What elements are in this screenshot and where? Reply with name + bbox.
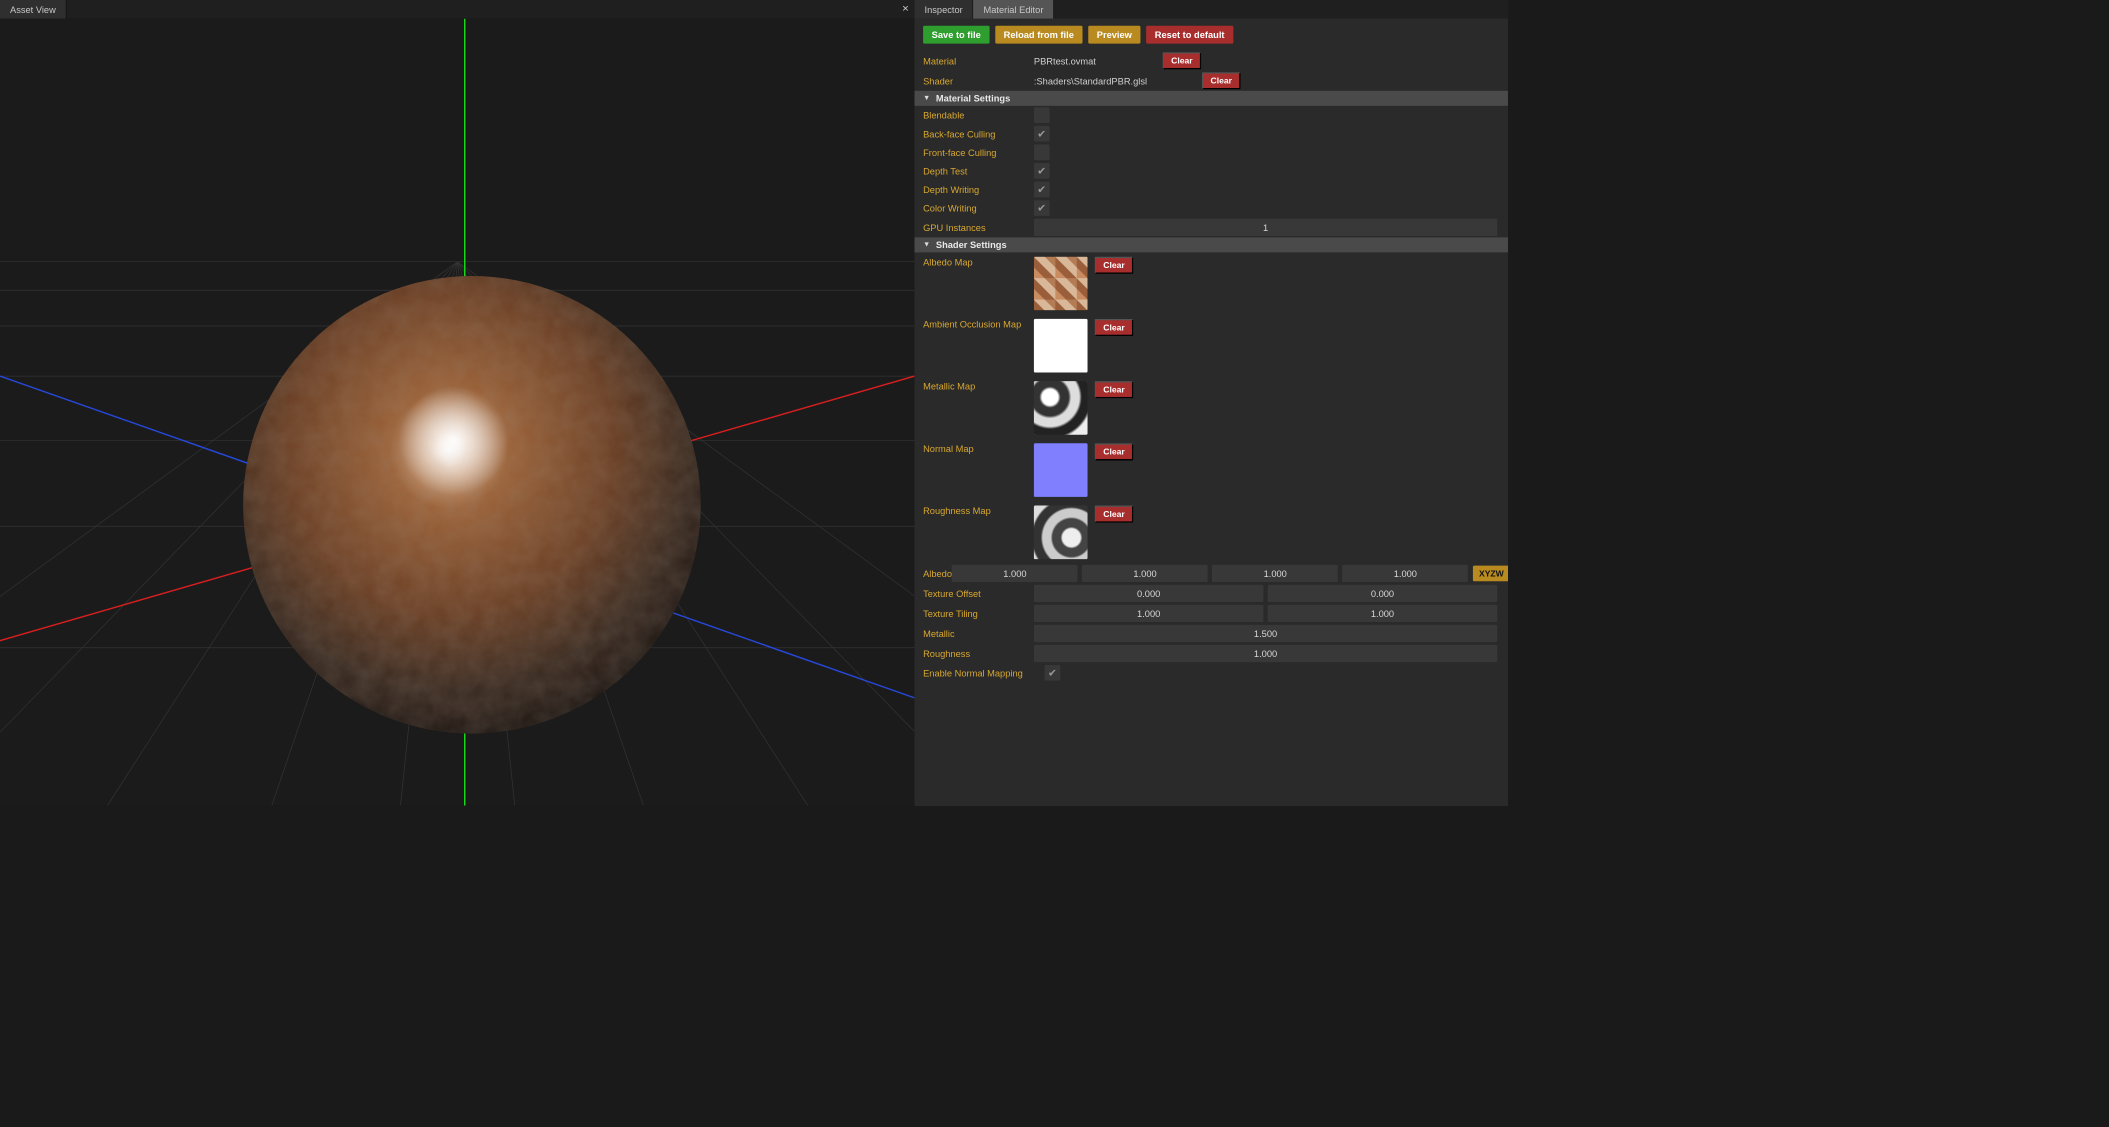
colorwriting-checkbox[interactable]: ✔ bbox=[1034, 200, 1050, 216]
shader-row: Shader :Shaders\StandardPBR.glsl Clear bbox=[914, 71, 1507, 91]
backface-row: Back-face Culling ✔ bbox=[914, 124, 1507, 143]
blendable-row: Blendable bbox=[914, 106, 1507, 125]
metallic-map-swatch[interactable] bbox=[1034, 381, 1088, 435]
tex-tiling-row: Texture Tiling bbox=[914, 603, 1507, 623]
albedo-y[interactable] bbox=[1082, 565, 1208, 582]
albedo-z[interactable] bbox=[1212, 565, 1338, 582]
normal-mapping-row: Enable Normal Mapping ✔ bbox=[914, 664, 1507, 683]
asset-view-panel: Asset View × bbox=[0, 0, 914, 806]
depthtest-row: Depth Test ✔ bbox=[914, 162, 1507, 181]
right-tabbar: Inspector Material Editor bbox=[914, 0, 1507, 19]
colorwriting-row: Color Writing ✔ bbox=[914, 199, 1507, 218]
save-button[interactable]: Save to file bbox=[923, 26, 989, 44]
tex-tiling-x[interactable] bbox=[1034, 605, 1264, 622]
ao-map-swatch[interactable] bbox=[1034, 319, 1088, 373]
tex-offset-label: Texture Offset bbox=[923, 588, 1034, 599]
tab-asset-view[interactable]: Asset View bbox=[0, 0, 67, 19]
roughness-map-label: Roughness Map bbox=[923, 506, 1034, 517]
roughness-label: Roughness bbox=[923, 648, 1034, 659]
right-panel: Inspector Material Editor Save to file R… bbox=[914, 0, 1507, 806]
tex-tiling-inputs bbox=[1034, 605, 1499, 622]
reload-button[interactable]: Reload from file bbox=[995, 26, 1082, 44]
shader-settings-title: Shader Settings bbox=[936, 240, 1007, 251]
collapse-icon: ▼ bbox=[923, 94, 930, 102]
frontface-label: Front-face Culling bbox=[923, 147, 1034, 158]
metallic-label: Metallic bbox=[923, 628, 1034, 639]
albedo-map-swatch[interactable] bbox=[1034, 257, 1088, 311]
shader-clear-button[interactable]: Clear bbox=[1202, 72, 1241, 89]
material-label: Material bbox=[923, 55, 1034, 66]
roughness-map-swatch[interactable] bbox=[1034, 506, 1088, 560]
material-settings-title: Material Settings bbox=[936, 93, 1010, 104]
tex-offset-y[interactable] bbox=[1268, 585, 1498, 602]
material-row: Material PBRtest.ovmat Clear bbox=[914, 51, 1507, 71]
material-value: PBRtest.ovmat bbox=[1034, 55, 1156, 66]
metallic-input[interactable] bbox=[1034, 625, 1497, 642]
albedo-map-row: Albedo Map Clear bbox=[914, 252, 1507, 314]
gpu-instances-label: GPU Instances bbox=[923, 222, 1034, 233]
shader-label: Shader bbox=[923, 75, 1034, 86]
albedo-row: Albedo XYZW RGBA bbox=[914, 563, 1507, 583]
depthwriting-label: Depth Writing bbox=[923, 184, 1034, 195]
frontface-checkbox[interactable] bbox=[1034, 144, 1050, 160]
metallic-map-label: Metallic Map bbox=[923, 381, 1034, 392]
xyzw-badge[interactable]: XYZW bbox=[1473, 566, 1508, 582]
metallic-map-clear-button[interactable]: Clear bbox=[1095, 381, 1134, 398]
albedo-map-clear-button[interactable]: Clear bbox=[1095, 257, 1134, 274]
roughness-row: Roughness bbox=[914, 644, 1507, 664]
normal-map-label: Normal Map bbox=[923, 443, 1034, 454]
gpu-instances-row: GPU Instances bbox=[914, 217, 1507, 237]
blendable-label: Blendable bbox=[923, 110, 1034, 121]
albedo-label: Albedo bbox=[923, 568, 952, 579]
material-settings-header[interactable]: ▼ Material Settings bbox=[914, 91, 1507, 106]
blendable-checkbox[interactable] bbox=[1034, 107, 1050, 123]
metallic-row: Metallic bbox=[914, 623, 1507, 643]
tex-offset-inputs bbox=[1034, 585, 1499, 602]
tex-tiling-y[interactable] bbox=[1268, 605, 1498, 622]
material-clear-button[interactable]: Clear bbox=[1163, 52, 1202, 69]
frontface-row: Front-face Culling bbox=[914, 143, 1507, 162]
tex-tiling-label: Texture Tiling bbox=[923, 608, 1034, 619]
ao-map-label: Ambient Occlusion Map bbox=[923, 319, 1034, 330]
viewport-3d[interactable] bbox=[0, 19, 914, 806]
depthwriting-row: Depth Writing ✔ bbox=[914, 180, 1507, 199]
collapse-icon: ▼ bbox=[923, 241, 930, 249]
close-icon[interactable]: × bbox=[902, 0, 909, 19]
app-root: Asset View × bbox=[0, 0, 1508, 806]
normal-map-clear-button[interactable]: Clear bbox=[1095, 443, 1134, 460]
shader-value: :Shaders\StandardPBR.glsl bbox=[1034, 75, 1195, 86]
ao-map-clear-button[interactable]: Clear bbox=[1095, 319, 1134, 336]
ao-map-row: Ambient Occlusion Map Clear bbox=[914, 315, 1507, 377]
roughness-map-clear-button[interactable]: Clear bbox=[1095, 506, 1134, 523]
tex-offset-x[interactable] bbox=[1034, 585, 1264, 602]
albedo-inputs bbox=[952, 565, 1470, 582]
normal-map-swatch[interactable] bbox=[1034, 443, 1088, 497]
gpu-instances-input[interactable] bbox=[1034, 219, 1497, 236]
albedo-x[interactable] bbox=[952, 565, 1078, 582]
tex-offset-row: Texture Offset bbox=[914, 583, 1507, 603]
viewport-svg bbox=[0, 19, 914, 806]
normal-mapping-checkbox[interactable]: ✔ bbox=[1045, 665, 1061, 681]
depthtest-checkbox[interactable]: ✔ bbox=[1034, 163, 1050, 179]
albedo-map-label: Albedo Map bbox=[923, 257, 1034, 268]
tab-inspector[interactable]: Inspector bbox=[914, 0, 973, 19]
preview-button[interactable]: Preview bbox=[1088, 26, 1140, 44]
metallic-map-row: Metallic Map Clear bbox=[914, 377, 1507, 439]
backface-label: Back-face Culling bbox=[923, 128, 1034, 139]
normal-map-row: Normal Map Clear bbox=[914, 439, 1507, 501]
reset-button[interactable]: Reset to default bbox=[1146, 26, 1233, 44]
backface-checkbox[interactable]: ✔ bbox=[1034, 126, 1050, 142]
material-editor-toolbar: Save to file Reload from file Preview Re… bbox=[914, 19, 1507, 51]
albedo-w[interactable] bbox=[1342, 565, 1468, 582]
normal-mapping-label: Enable Normal Mapping bbox=[923, 667, 1045, 678]
shader-settings-header[interactable]: ▼ Shader Settings bbox=[914, 237, 1507, 252]
roughness-map-row: Roughness Map Clear bbox=[914, 501, 1507, 563]
roughness-input[interactable] bbox=[1034, 645, 1497, 662]
colorwriting-label: Color Writing bbox=[923, 203, 1034, 214]
depthwriting-checkbox[interactable]: ✔ bbox=[1034, 182, 1050, 198]
tab-material-editor[interactable]: Material Editor bbox=[973, 0, 1054, 19]
left-tabbar: Asset View × bbox=[0, 0, 914, 19]
depthtest-label: Depth Test bbox=[923, 166, 1034, 177]
